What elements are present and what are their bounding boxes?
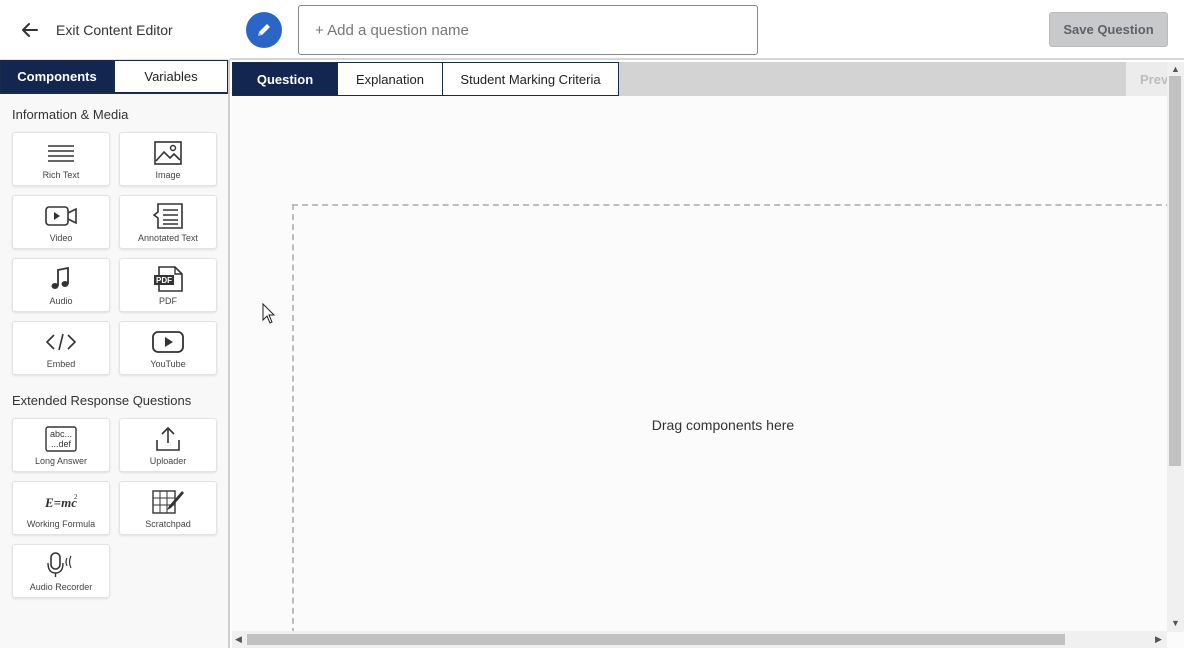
component-label: Rich Text	[42, 170, 80, 180]
embed-icon	[45, 333, 77, 351]
svg-text:...def: ...def	[51, 439, 72, 449]
svg-text:E=mc: E=mc	[44, 495, 77, 510]
component-scratchpad[interactable]: Scratchpad	[119, 481, 217, 535]
components-sidebar: Components Variables Information & Media…	[0, 60, 230, 648]
component-label: Embed	[46, 359, 76, 369]
back-arrow-icon	[22, 22, 38, 37]
component-pdf[interactable]: PDF PDF	[119, 258, 217, 312]
scroll-down-arrow-icon[interactable]: ▼	[1171, 618, 1180, 628]
editor-canvas: Question Explanation Student Marking Cri…	[232, 62, 1184, 648]
edit-question-button[interactable]	[246, 12, 282, 48]
component-label: PDF	[159, 296, 177, 306]
component-embed[interactable]: Embed	[12, 321, 110, 375]
component-label: Long Answer	[34, 456, 88, 466]
pdf-icon: PDF	[154, 266, 183, 292]
vertical-scroll-thumb[interactable]	[1169, 76, 1181, 466]
top-bar: Save Question	[230, 0, 1184, 60]
uploader-icon	[156, 426, 180, 451]
audio-recorder-icon	[47, 552, 72, 577]
component-youtube[interactable]: YouTube	[119, 321, 217, 375]
scroll-right-arrow-icon[interactable]: ▶	[1155, 634, 1162, 645]
image-icon	[154, 141, 182, 165]
component-annotated-text[interactable]: Annotated Text	[119, 195, 217, 249]
svg-text:PDF: PDF	[156, 276, 172, 285]
svg-text:abc...: abc...	[50, 429, 72, 439]
question-name-input[interactable]	[298, 5, 758, 55]
component-image[interactable]: Image	[119, 132, 217, 186]
tab-question[interactable]: Question	[232, 62, 338, 96]
component-dropzone[interactable]: Drag components here	[292, 204, 1184, 644]
tab-variables[interactable]: Variables	[114, 60, 228, 93]
component-label: YouTube	[150, 359, 186, 369]
information-media-grid: Rich Text Image Video Annotated Text Aud…	[12, 132, 228, 375]
component-label: Image	[155, 170, 181, 180]
component-video[interactable]: Video	[12, 195, 110, 249]
long-answer-icon: abc......def	[45, 426, 77, 452]
horizontal-scrollbar[interactable]: ◀ ▶	[232, 631, 1167, 648]
mouse-pointer-icon	[262, 303, 276, 324]
exit-content-editor-button[interactable]: Exit Content Editor	[0, 0, 230, 60]
scroll-left-arrow-icon[interactable]: ◀	[235, 634, 242, 645]
horizontal-scroll-thumb[interactable]	[247, 634, 1065, 645]
component-label: Audio Recorder	[29, 582, 93, 592]
scroll-up-arrow-icon[interactable]: ▲	[1171, 64, 1180, 74]
audio-icon	[51, 267, 69, 289]
video-icon	[45, 206, 77, 226]
vertical-scrollbar[interactable]: ▲ ▼	[1167, 62, 1184, 632]
component-label: Video	[49, 233, 73, 243]
svg-text:2: 2	[74, 493, 78, 501]
section-title-information-media: Information & Media	[12, 107, 129, 122]
component-label: Uploader	[149, 456, 187, 466]
annotated-text-icon	[152, 203, 183, 229]
component-rich-text[interactable]: Rich Text	[12, 132, 110, 186]
tab-components[interactable]: Components	[0, 60, 114, 93]
component-long-answer[interactable]: abc... ...def Long Answer	[12, 418, 110, 472]
component-audio-recorder[interactable]: Audio Recorder	[12, 544, 110, 598]
sidebar-tabs: Components Variables	[0, 60, 228, 94]
scratchpad-icon	[152, 490, 184, 514]
tab-student-marking-criteria[interactable]: Student Marking Criteria	[442, 62, 619, 96]
component-label: Audio	[49, 296, 73, 306]
component-label: Annotated Text	[138, 233, 198, 243]
exit-label: Exit Content Editor	[56, 21, 173, 38]
extended-response-grid: abc... ...def Long Answer Uploader E=mc 2 …	[12, 418, 228, 598]
pencil-icon	[258, 24, 270, 36]
working-formula-icon: E=mc2	[44, 493, 78, 510]
component-label: Scratchpad	[145, 519, 191, 529]
component-working-formula[interactable]: E=mc 2 Working Formula	[12, 481, 110, 535]
section-title-extended-response: Extended Response Questions	[12, 393, 192, 408]
youtube-icon	[152, 331, 184, 353]
tab-explanation[interactable]: Explanation	[337, 62, 443, 96]
component-uploader[interactable]: Uploader	[119, 418, 217, 472]
component-label: Working Formula	[26, 519, 96, 529]
question-tabs-bar: Question Explanation Student Marking Cri…	[232, 62, 1184, 96]
dropzone-text: Drag components here	[651, 417, 795, 433]
preview-button[interactable]: Prev	[1126, 62, 1170, 96]
save-question-button[interactable]: Save Question	[1049, 12, 1168, 47]
component-audio[interactable]: Audio	[12, 258, 110, 312]
rich-text-icon	[48, 145, 74, 162]
